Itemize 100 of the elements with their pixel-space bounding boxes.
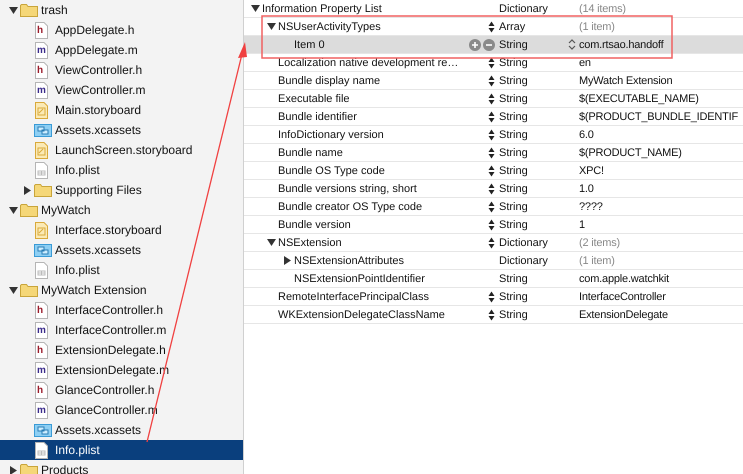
file-row[interactable]: Info.plist bbox=[0, 440, 243, 460]
plist-row[interactable]: NSExtension Dictionary (2 items) bbox=[244, 234, 743, 252]
key-text: RemoteInterfacePrincipalClass bbox=[278, 290, 430, 302]
key-text: NSExtensionAttributes bbox=[294, 254, 404, 266]
plist-row[interactable]: Information Property List Dictionary (14 items) bbox=[244, 0, 743, 18]
header-file-icon bbox=[34, 22, 49, 38]
value-text: com.rtsao.handoff bbox=[579, 38, 664, 50]
type-text: String bbox=[499, 182, 529, 194]
value-text: 1.0 bbox=[579, 182, 594, 194]
collapsed-triangle-icon[interactable] bbox=[22, 185, 32, 195]
expanded-triangle-icon[interactable] bbox=[266, 22, 276, 32]
plist-row[interactable]: NSExtensionPointIdentifier String com.apple.watchkit bbox=[244, 270, 743, 288]
value-text: 6.0 bbox=[579, 128, 594, 140]
file-row[interactable]: h ViewController.h bbox=[0, 60, 243, 80]
value-text: $(PRODUCT_BUNDLE_IDENTIF bbox=[579, 110, 738, 122]
plist-row[interactable]: Item 0 String com.rtsao.handoff bbox=[244, 36, 743, 54]
file-row[interactable]: Supporting Files bbox=[0, 180, 243, 200]
plist-file-icon bbox=[34, 162, 49, 178]
file-name: Assets.xcassets bbox=[55, 243, 142, 257]
key-text: Bundle identifier bbox=[278, 110, 357, 122]
type-text: String bbox=[499, 56, 529, 68]
file-row[interactable]: Products bbox=[0, 460, 243, 474]
type-text: String bbox=[499, 200, 529, 212]
plist-row[interactable]: Bundle version String 1 bbox=[244, 216, 743, 234]
file-type-icon: m bbox=[37, 84, 46, 96]
folder-icon bbox=[20, 282, 38, 298]
plist-row[interactable]: RemoteInterfacePrincipalClass String InterfaceController bbox=[244, 288, 743, 306]
file-row[interactable]: Assets.xcassets bbox=[0, 120, 243, 140]
plist-row[interactable]: Bundle creator OS Type code String ???? bbox=[244, 198, 743, 216]
file-row[interactable]: Info.plist bbox=[0, 260, 243, 280]
type-text: String bbox=[499, 92, 529, 104]
header-file-icon bbox=[34, 62, 49, 78]
key-text: Bundle versions string, short bbox=[278, 182, 417, 194]
file-row[interactable]: h GlanceController.h bbox=[0, 380, 243, 400]
file-name: Info.plist bbox=[55, 263, 100, 277]
file-row[interactable]: m ViewController.m bbox=[0, 80, 243, 100]
plist-row[interactable]: Bundle display name String MyWatch Extension bbox=[244, 72, 743, 90]
file-name: Assets.xcassets bbox=[55, 423, 142, 437]
file-row[interactable]: h ExtensionDelegate.h bbox=[0, 340, 243, 360]
file-name: Info.plist bbox=[55, 443, 100, 457]
file-row[interactable]: Assets.xcassets bbox=[0, 240, 243, 260]
plist-row[interactable]: Bundle versions string, short String 1.0 bbox=[244, 180, 743, 198]
asset-catalog-icon bbox=[34, 422, 52, 438]
key-text: Bundle version bbox=[278, 218, 351, 230]
header-file-icon bbox=[34, 342, 49, 358]
file-type-icon: h bbox=[37, 24, 44, 36]
file-row[interactable]: Interface.storyboard bbox=[0, 220, 243, 240]
type-text: String bbox=[499, 272, 529, 284]
plist-row[interactable]: Bundle identifier String $(PRODUCT_BUNDLE_IDENTIF bbox=[244, 108, 743, 126]
type-text: Dictionary bbox=[499, 254, 549, 266]
type-text: Dictionary bbox=[499, 2, 549, 14]
expanded-triangle-icon[interactable] bbox=[8, 285, 18, 295]
file-type-icon: m bbox=[37, 324, 46, 336]
file-name: AppDelegate.h bbox=[55, 23, 134, 37]
file-row[interactable]: MyWatch Extension bbox=[0, 280, 243, 300]
plist-row[interactable]: InfoDictionary version String 6.0 bbox=[244, 126, 743, 144]
plist-row[interactable]: Bundle name String $(PRODUCT_NAME) bbox=[244, 144, 743, 162]
folder-icon bbox=[20, 462, 38, 474]
expanded-triangle-icon[interactable] bbox=[266, 238, 276, 248]
file-row[interactable]: Info.plist bbox=[0, 160, 243, 180]
value-text: com.apple.watchkit bbox=[579, 272, 669, 284]
file-row[interactable]: MyWatch bbox=[0, 200, 243, 220]
file-type-icon: h bbox=[37, 344, 44, 356]
folder-icon bbox=[20, 2, 38, 18]
plist-row[interactable]: Bundle OS Type code String XPC! bbox=[244, 162, 743, 180]
file-row[interactable]: Assets.xcassets bbox=[0, 420, 243, 440]
plist-row[interactable]: NSExtensionAttributes Dictionary (1 item) bbox=[244, 252, 743, 270]
expanded-triangle-icon[interactable] bbox=[8, 205, 18, 215]
file-row[interactable]: m InterfaceController.m bbox=[0, 320, 243, 340]
file-name: LaunchScreen.storyboard bbox=[55, 143, 192, 157]
collapsed-triangle-icon[interactable] bbox=[8, 465, 18, 474]
plist-row[interactable]: WKExtensionDelegateClassName String ExtensionDelegate bbox=[244, 306, 743, 324]
file-type-icon: h bbox=[37, 304, 44, 316]
file-name: MyWatch bbox=[41, 203, 91, 217]
file-row[interactable]: h InterfaceController.h bbox=[0, 300, 243, 320]
expanded-triangle-icon[interactable] bbox=[250, 4, 260, 14]
file-name: InterfaceController.m bbox=[55, 323, 166, 337]
file-row[interactable]: trash bbox=[0, 0, 243, 20]
file-row[interactable]: Main.storyboard bbox=[0, 100, 243, 120]
plist-row[interactable]: Executable file String $(EXECUTABLE_NAME) bbox=[244, 90, 743, 108]
file-row[interactable]: h AppDelegate.h bbox=[0, 20, 243, 40]
file-type-icon: m bbox=[37, 44, 46, 56]
file-row[interactable]: m AppDelegate.m bbox=[0, 40, 243, 60]
item-count: (1 item) bbox=[579, 254, 615, 266]
file-type-icon: h bbox=[37, 64, 44, 76]
key-text: InfoDictionary version bbox=[278, 128, 384, 140]
type-text: Dictionary bbox=[499, 236, 549, 248]
storyboard-file-icon bbox=[34, 102, 49, 118]
file-row[interactable]: LaunchScreen.storyboard bbox=[0, 140, 243, 160]
collapsed-triangle-icon[interactable] bbox=[282, 256, 292, 266]
type-text: String bbox=[499, 74, 529, 86]
asset-catalog-icon bbox=[34, 122, 52, 138]
type-text: String bbox=[499, 290, 529, 302]
expanded-triangle-icon[interactable] bbox=[8, 5, 18, 15]
file-name: Products bbox=[41, 463, 88, 474]
key-text: Executable file bbox=[278, 92, 350, 104]
file-name: MyWatch Extension bbox=[41, 283, 147, 297]
plist-row[interactable]: Localization native development re… String en bbox=[244, 54, 743, 72]
plist-file-icon bbox=[34, 262, 49, 278]
item-count: (1 item) bbox=[579, 20, 615, 32]
